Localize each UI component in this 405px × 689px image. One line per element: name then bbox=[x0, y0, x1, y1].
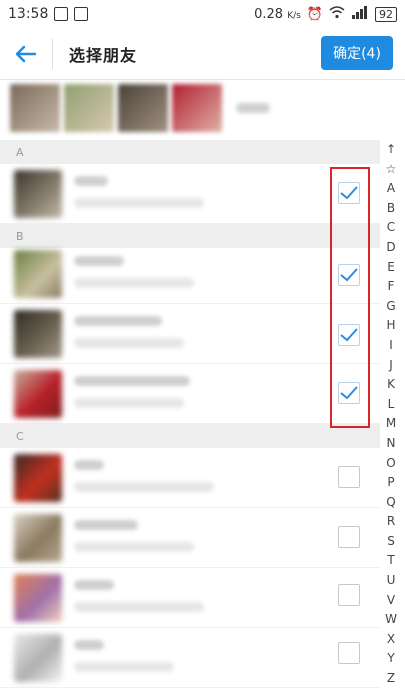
avatar bbox=[14, 574, 62, 622]
friend-name bbox=[74, 376, 190, 386]
avatar bbox=[14, 370, 62, 418]
section-header: C bbox=[0, 424, 380, 448]
confirm-button[interactable]: 确定(4) bbox=[321, 36, 393, 70]
index-letter[interactable]: O bbox=[386, 454, 395, 474]
friend-name bbox=[74, 640, 104, 650]
friend-row[interactable] bbox=[0, 448, 380, 508]
avatar bbox=[14, 454, 62, 502]
select-checkbox[interactable] bbox=[338, 526, 360, 548]
index-letter[interactable]: Q bbox=[386, 493, 395, 513]
friend-name bbox=[74, 520, 138, 530]
index-letter[interactable]: F bbox=[388, 277, 395, 297]
index-letter[interactable]: S bbox=[387, 532, 395, 552]
friend-detail bbox=[74, 662, 174, 672]
selected-avatar[interactable] bbox=[10, 84, 60, 132]
index-letter[interactable]: R bbox=[387, 512, 395, 532]
index-letter[interactable]: G bbox=[386, 297, 395, 317]
friend-detail bbox=[74, 398, 184, 408]
section-header: A bbox=[0, 140, 380, 164]
select-checkbox[interactable] bbox=[338, 642, 360, 664]
index-letter[interactable]: A bbox=[387, 179, 395, 199]
network-speed: 0.28 K/s bbox=[254, 6, 301, 22]
friend-row[interactable] bbox=[0, 364, 380, 424]
select-checkbox[interactable] bbox=[338, 584, 360, 606]
friend-detail bbox=[74, 482, 214, 492]
index-letter[interactable]: I bbox=[389, 336, 393, 356]
index-letter[interactable]: Z bbox=[387, 669, 395, 689]
friend-name bbox=[74, 316, 162, 326]
index-letter[interactable]: M bbox=[386, 414, 396, 434]
avatar bbox=[14, 634, 62, 682]
friend-row[interactable] bbox=[0, 628, 380, 688]
index-letter[interactable]: U bbox=[387, 571, 396, 591]
friend-detail bbox=[74, 278, 194, 288]
friend-row[interactable] bbox=[0, 164, 380, 224]
back-button[interactable] bbox=[0, 28, 52, 80]
index-letter[interactable]: N bbox=[387, 434, 396, 454]
arrow-left-icon bbox=[15, 45, 37, 62]
friend-name bbox=[74, 460, 104, 470]
friend-name bbox=[74, 256, 124, 266]
alphabet-index[interactable]: ↑ ☆ A B C D E F G H I J K L M N O P Q R S T U V W X Y Z bbox=[380, 140, 402, 688]
index-letter[interactable]: K bbox=[387, 375, 395, 395]
friend-detail bbox=[74, 338, 184, 348]
friend-detail bbox=[74, 602, 204, 612]
clock: 13:58 bbox=[8, 6, 49, 22]
index-letter[interactable]: ↑ bbox=[386, 140, 396, 160]
friend-name bbox=[74, 176, 108, 186]
index-letter[interactable]: W bbox=[385, 610, 397, 630]
index-letter[interactable]: V bbox=[387, 591, 395, 611]
index-letter[interactable]: ☆ bbox=[386, 160, 397, 180]
selected-avatar[interactable] bbox=[172, 84, 222, 132]
avatar bbox=[14, 310, 62, 358]
index-letter[interactable]: E bbox=[387, 258, 395, 278]
status-bar: 13:58 0.28 K/s ⏰ 92 bbox=[0, 0, 405, 28]
friend-detail bbox=[74, 542, 194, 552]
image-icon bbox=[74, 7, 89, 21]
index-letter[interactable]: T bbox=[387, 551, 394, 571]
index-letter[interactable]: D bbox=[386, 238, 395, 258]
friend-row[interactable] bbox=[0, 304, 380, 364]
highlight-box bbox=[330, 167, 370, 428]
friend-row[interactable] bbox=[0, 508, 380, 568]
battery-icon: 92 bbox=[375, 6, 397, 22]
index-letter[interactable]: P bbox=[387, 473, 394, 493]
index-letter[interactable]: X bbox=[387, 630, 395, 650]
page-title: 选择朋友 bbox=[69, 45, 138, 65]
index-letter[interactable]: J bbox=[389, 356, 393, 376]
selected-avatar[interactable] bbox=[64, 84, 114, 132]
alarm-icon: ⏰ bbox=[306, 6, 323, 22]
shield-icon bbox=[54, 7, 69, 21]
top-bar: 选择朋友 确定(4) bbox=[0, 28, 405, 80]
selected-avatar[interactable] bbox=[118, 84, 168, 132]
index-letter[interactable]: H bbox=[386, 316, 395, 336]
index-letter[interactable]: L bbox=[388, 395, 395, 415]
index-letter[interactable]: C bbox=[387, 218, 395, 238]
divider bbox=[52, 38, 53, 69]
friend-detail bbox=[74, 198, 204, 208]
select-checkbox[interactable] bbox=[338, 466, 360, 488]
friend-name bbox=[74, 580, 114, 590]
avatar bbox=[14, 250, 62, 298]
friend-row[interactable] bbox=[0, 244, 380, 304]
avatar bbox=[14, 514, 62, 562]
index-letter[interactable]: Y bbox=[387, 649, 394, 669]
search-placeholder[interactable] bbox=[236, 103, 270, 113]
selected-friends-strip bbox=[0, 80, 405, 136]
friend-row[interactable] bbox=[0, 568, 380, 628]
signal-icon bbox=[351, 5, 369, 23]
wifi-icon bbox=[329, 5, 345, 23]
index-letter[interactable]: B bbox=[387, 199, 395, 219]
avatar bbox=[14, 170, 62, 218]
